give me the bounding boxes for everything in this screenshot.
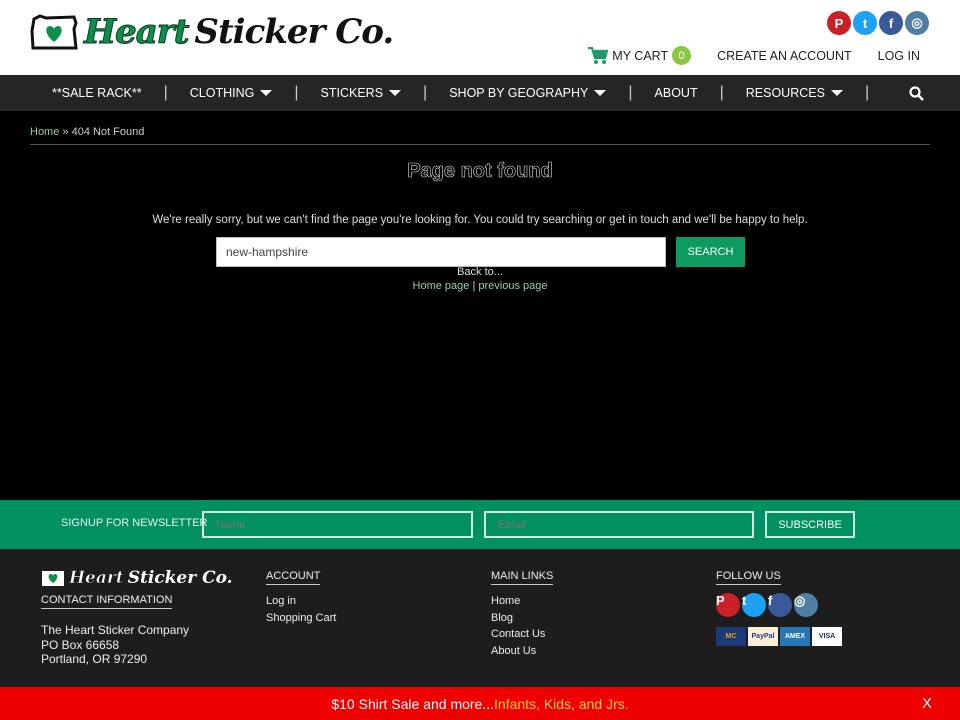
site-logo[interactable]: Heart Sticker Co.: [30, 12, 394, 53]
mastercard-icon: MC: [716, 627, 746, 646]
footer-login-link[interactable]: Log in: [266, 593, 336, 610]
address-line: Portland, OR 97290: [41, 652, 148, 666]
footer-cart-link[interactable]: Shopping Cart: [266, 610, 336, 627]
nav-divider: |: [864, 84, 870, 101]
my-cart-link[interactable]: MY CART 0: [588, 46, 692, 65]
instagram-icon[interactable]: ◎: [905, 11, 929, 35]
footer-about-link[interactable]: About Us: [491, 643, 553, 660]
facebook-icon[interactable]: f: [879, 11, 903, 35]
site-header: Heart Sticker Co. P t f ◎ MY CART 0 CREA…: [0, 0, 960, 75]
close-promo-button[interactable]: X: [922, 695, 932, 712]
promo-banner: $10 Shirt Sale and more... Infants, Kids,…: [0, 687, 960, 720]
newsletter-name-field[interactable]: [202, 511, 473, 538]
breadcrumb-current: 404 Not Found: [71, 126, 145, 138]
paypal-icon: PayPal: [748, 627, 778, 646]
main-links-heading: MAIN LINKS: [491, 570, 554, 585]
pinterest-icon[interactable]: P: [827, 11, 851, 35]
logo-word-heart: Heart: [69, 568, 124, 589]
nav-shop-by-geography[interactable]: SHOP BY GEOGRAPHY: [427, 86, 628, 100]
account-heading: ACCOUNT: [266, 570, 321, 585]
promo-link[interactable]: Infants, Kids, and Jrs.: [494, 696, 629, 712]
nav-label: ABOUT: [654, 86, 698, 100]
divider: [30, 144, 930, 145]
search-button[interactable]: SEARCH: [676, 237, 745, 267]
header-social-links: P t f ◎: [827, 11, 929, 35]
facebook-icon[interactable]: f: [768, 593, 792, 617]
footer-contact: Heart Sticker Co. CONTACT INFORMATION Th…: [41, 568, 233, 667]
footer-follow: FOLLOW US P t f ◎ MC PayPal AMEX VISA: [716, 570, 842, 646]
payment-methods: MC PayPal AMEX VISA: [716, 627, 842, 646]
caret-down-icon: [830, 90, 843, 96]
caret-down-icon: [594, 90, 607, 96]
instagram-icon[interactable]: ◎: [794, 593, 818, 617]
newsletter-bar: SIGNUP FOR NEWSLETTER SUBSCRIBE: [0, 500, 960, 549]
back-links: Home page | previous page: [0, 280, 960, 292]
twitter-icon[interactable]: t: [742, 593, 766, 617]
search-input[interactable]: [216, 237, 666, 267]
follow-heading: FOLLOW US: [716, 570, 781, 585]
nav-about[interactable]: ABOUT: [633, 86, 720, 100]
create-account-link[interactable]: CREATE AN ACCOUNT: [717, 49, 852, 63]
previous-page-link[interactable]: previous page: [478, 280, 547, 292]
amex-icon: AMEX: [780, 627, 810, 646]
contact-heading: CONTACT INFORMATION: [41, 594, 173, 609]
nav-clothing[interactable]: CLOTHING: [168, 86, 295, 100]
logo-word-heart: Heart: [83, 12, 189, 53]
page-title: Page not found: [407, 160, 553, 183]
cart-count-badge: 0: [672, 46, 692, 65]
address-line: The Heart Sticker Company: [41, 623, 190, 637]
newsletter-email-field[interactable]: [484, 511, 754, 538]
cart-icon: [588, 46, 609, 64]
back-to-label: Back to...: [457, 266, 503, 278]
utility-links: MY CART 0 CREATE AN ACCOUNT LOG IN: [562, 46, 920, 65]
search-icon[interactable]: [909, 86, 924, 106]
logo-word-sticker-co: Sticker Co.: [194, 12, 394, 52]
footer-social-links: P t f ◎: [716, 593, 842, 617]
main-nav: **SALE RACK** | CLOTHING | STICKERS | SHOP …: [0, 75, 960, 111]
nav-label: SHOP BY GEOGRAPHY: [449, 86, 589, 100]
nav-stickers[interactable]: STICKERS: [299, 86, 424, 100]
address: The Heart Sticker Company PO Box 66658 P…: [41, 623, 233, 667]
home-page-link[interactable]: Home page: [413, 280, 470, 292]
cart-label: MY CART: [612, 48, 669, 63]
footer-home-link[interactable]: Home: [491, 593, 553, 610]
nav-label: **SALE RACK**: [52, 86, 142, 100]
oregon-heart-icon: [42, 571, 64, 586]
nav-label: RESOURCES: [745, 86, 825, 100]
twitter-icon[interactable]: t: [853, 11, 877, 35]
breadcrumb-separator: »: [59, 126, 72, 138]
nav-label: STICKERS: [320, 86, 384, 100]
footer-account: ACCOUNT Log in Shopping Cart: [266, 570, 336, 626]
subscribe-button[interactable]: SUBSCRIBE: [765, 511, 855, 538]
login-link[interactable]: LOG IN: [878, 49, 920, 63]
breadcrumb: Home » 404 Not Found: [30, 126, 144, 138]
promo-text: $10 Shirt Sale and more...: [331, 695, 495, 712]
visa-icon: VISA: [812, 627, 842, 646]
not-found-message: We're really sorry, but we can't find th…: [152, 214, 808, 226]
nav-label: CLOTHING: [189, 86, 255, 100]
nav-resources[interactable]: RESOURCES: [724, 86, 865, 100]
pinterest-icon[interactable]: P: [716, 593, 740, 617]
footer-contact-link[interactable]: Contact Us: [491, 626, 553, 643]
caret-down-icon: [389, 90, 402, 96]
footer-main-links: MAIN LINKS Home Blog Contact Us About Us: [491, 570, 554, 660]
footer-logo: Heart Sticker Co.: [41, 568, 233, 588]
logo-word-sticker-co: Sticker Co.: [127, 568, 233, 588]
oregon-heart-icon: [30, 14, 78, 50]
footer-blog-link[interactable]: Blog: [491, 610, 553, 627]
newsletter-label: SIGNUP FOR NEWSLETTER: [61, 517, 208, 529]
breadcrumb-home[interactable]: Home: [30, 126, 59, 138]
caret-down-icon: [260, 90, 273, 96]
site-footer: Heart Sticker Co. CONTACT INFORMATION Th…: [0, 549, 960, 687]
nav-sale-rack[interactable]: **SALE RACK**: [30, 86, 164, 100]
address-line: PO Box 66658: [41, 637, 120, 652]
